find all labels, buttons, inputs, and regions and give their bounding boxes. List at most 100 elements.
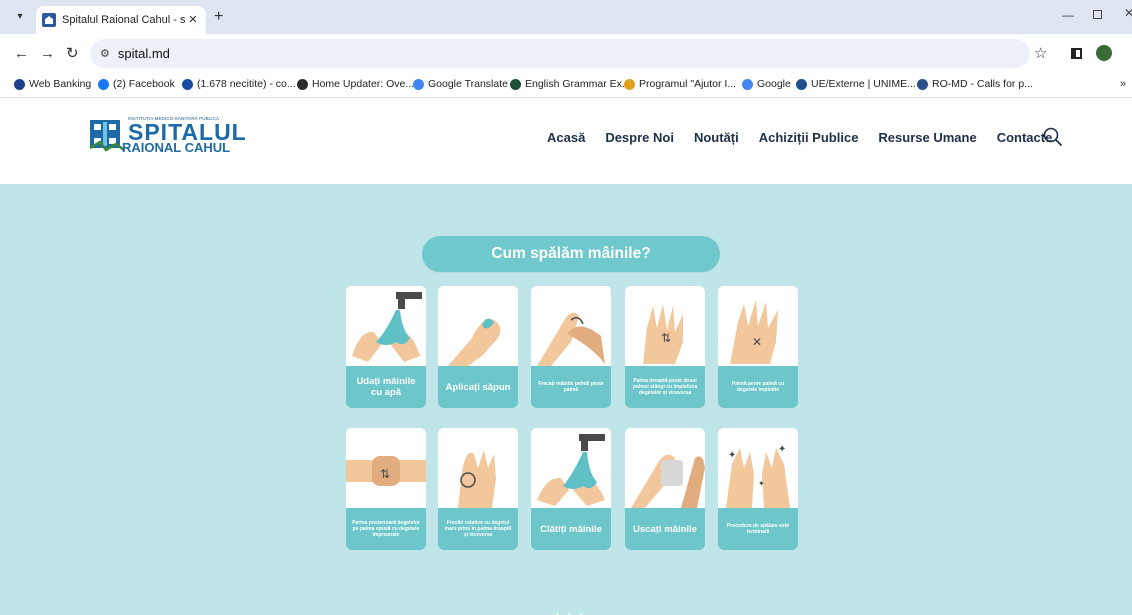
bookmark-ro-md-calls[interactable]: RO-MD - Calls for p... <box>917 78 1033 90</box>
bookmark-favicon-icon <box>624 78 635 90</box>
step-card-rinse-hands: Clătiți mâinile <box>531 428 611 550</box>
svg-text:✦: ✦ <box>728 450 736 461</box>
bookmark-ajutor[interactable]: Programul "Ajutor I... <box>624 78 736 90</box>
nav-item-resurse-umane[interactable]: Resurse Umane <box>878 130 976 145</box>
new-tab-button[interactable]: + <box>214 8 223 26</box>
step-label: Frecări rotative cu degetul mare prins î… <box>438 508 518 550</box>
close-tab-icon[interactable]: ✕ <box>186 13 200 27</box>
bookmark-star-icon[interactable]: ☆ <box>1034 44 1047 62</box>
main-navigation: Acasă Despre Noi Noutăți Achiziții Publi… <box>547 130 1052 145</box>
browser-tab[interactable]: Spitalul Raional Cahul - spital.m ✕ <box>36 6 206 34</box>
close-window-icon[interactable]: ✕ <box>1124 6 1132 20</box>
step-card-right-over-left: ⇅ Palma dreaptă peste dosul palmei stângi… <box>625 286 705 408</box>
step-card-apply-soap: Aplicați săpun <box>438 286 518 408</box>
minimize-window-icon[interactable]: — <box>1062 8 1074 22</box>
tab-title: Spitalul Raional Cahul - spital.m <box>62 14 186 26</box>
step-card-rotational-thumb: Frecări rotative cu degetul mare prins î… <box>438 428 518 550</box>
bookmark-label: RO-MD - Calls for p... <box>932 78 1033 90</box>
hands-illustration-icon <box>625 428 705 508</box>
site-info-icon[interactable]: ⚙ <box>100 47 110 60</box>
bookmark-label: Web Banking <box>29 78 92 90</box>
step-label: Partea posterioară degetelor pe palma op… <box>346 508 426 550</box>
reload-icon[interactable]: ↻ <box>66 44 79 64</box>
site-favicon-icon <box>42 13 56 27</box>
tab-search-chevron-icon[interactable]: ▾ <box>12 9 28 25</box>
side-panel-icon[interactable] <box>1071 48 1082 59</box>
back-arrow-icon[interactable]: ← <box>14 44 29 64</box>
bookmark-label: Google <box>757 78 791 90</box>
bookmark-favicon-icon <box>297 78 308 90</box>
address-bar[interactable]: ⚙ spital.md <box>90 39 1030 68</box>
step-card-palm-to-palm: Frecați mâinile palmă peste palmă <box>531 286 611 408</box>
main-content: Cum spălăm mâinile? Udați mâinile cu apă… <box>0 184 1132 615</box>
poster-title: Cum spălăm mâinile? <box>422 236 720 272</box>
bookmark-google-translate[interactable]: Google Translate <box>413 78 508 90</box>
bookmark-google[interactable]: Google <box>742 78 791 90</box>
step-label: Palma dreaptă peste dosul palmei stângi … <box>625 366 705 408</box>
hands-illustration-icon <box>531 428 611 508</box>
bookmark-favicon-icon <box>413 78 424 90</box>
bookmark-label: Programul "Ajutor I... <box>639 78 737 90</box>
bookmark-label: Google Translate <box>428 78 508 90</box>
step-card-interlaced-fingers: ✕ Palmă peste palmă cu degetele împletite <box>718 286 798 408</box>
bookmark-english-grammar[interactable]: English Grammar Ex... <box>510 78 631 90</box>
bookmark-favicon-icon <box>917 78 928 90</box>
bookmark-label: Home Updater: Ove... <box>312 78 415 90</box>
step-card-procedure-complete: ✦ ✦ ✦ Procedura de spălare este terminată <box>718 428 798 550</box>
step-card-dry-hands: Uscați mâinile <box>625 428 705 550</box>
nav-item-achizitii-publice[interactable]: Achiziții Publice <box>759 130 859 145</box>
logo-sub-text: RAIONAL CAHUL <box>122 140 231 155</box>
bookmark-label: (2) Facebook <box>113 78 175 90</box>
bookmark-favicon-icon <box>14 78 25 90</box>
hands-illustration-icon <box>531 286 611 366</box>
bookmark-favicon-icon <box>182 78 193 90</box>
svg-text:⇅: ⇅ <box>380 467 390 481</box>
svg-text:⇅: ⇅ <box>661 331 671 345</box>
svg-text:✦: ✦ <box>758 479 765 488</box>
site-logo[interactable]: INSTITUȚIA MEDICO-SANITARĂ PUBLICĂ SPITA… <box>88 116 246 158</box>
hands-illustration-icon: ✦ ✦ ✦ <box>718 428 798 508</box>
search-icon[interactable] <box>1042 126 1064 148</box>
bookmark-favicon-icon <box>98 78 109 90</box>
step-label: Aplicați săpun <box>438 366 518 408</box>
step-label: Clătiți mâinile <box>531 508 611 550</box>
more-bookmarks-icon[interactable]: » <box>1120 78 1126 90</box>
step-label: Palmă peste palmă cu degetele împletite <box>718 366 798 408</box>
bookmark-label: UE/Externe | UNIME... <box>811 78 916 90</box>
bookmark-favicon-icon <box>510 78 521 90</box>
hands-illustration-icon <box>438 428 518 508</box>
bookmark-web-banking[interactable]: Web Banking <box>14 78 91 90</box>
nav-item-noutati[interactable]: Noutăți <box>694 130 739 145</box>
hands-illustration-icon: ⇅ <box>625 286 705 366</box>
bookmark-favicon-icon <box>796 78 807 90</box>
step-card-backs-of-fingers: ⇅ Partea posterioară degetelor pe palma o… <box>346 428 426 550</box>
bookmark-label: English Grammar Ex... <box>525 78 631 90</box>
bookmark-mail[interactable]: (1.678 necitite) - co... <box>182 78 296 90</box>
bookmarks-bar: Web Banking (2) Facebook (1.678 necitite) … <box>0 74 1132 98</box>
nav-item-acasa[interactable]: Acasă <box>547 130 585 145</box>
step-label: Frecați mâinile palmă peste palmă <box>531 366 611 408</box>
site-header: INSTITUȚIA MEDICO-SANITARĂ PUBLICĂ SPITA… <box>0 98 1132 184</box>
bookmark-home-updater[interactable]: Home Updater: Ove... <box>297 78 414 90</box>
nav-item-despre-noi[interactable]: Despre Noi <box>605 130 674 145</box>
url-text: spital.md <box>117 46 170 61</box>
forward-arrow-icon[interactable]: → <box>40 44 55 64</box>
bookmark-ue-externe[interactable]: UE/Externe | UNIME... <box>796 78 916 90</box>
svg-text:✕: ✕ <box>752 335 762 349</box>
bookmark-favicon-icon <box>742 78 753 90</box>
carousel-dots[interactable]: • • • <box>556 610 585 615</box>
hands-illustration-icon <box>438 286 518 366</box>
step-label: Uscați mâinile <box>625 508 705 550</box>
step-label: Udați mâinile cu apă <box>346 366 426 408</box>
hands-illustration-icon: ⇅ <box>346 428 426 508</box>
bookmark-label: (1.678 necitite) - co... <box>197 78 296 90</box>
maximize-window-icon[interactable] <box>1093 10 1102 19</box>
browser-tab-strip: ▾ Spitalul Raional Cahul - spital.m ✕ + … <box>0 0 1132 34</box>
profile-avatar-icon[interactable] <box>1096 45 1112 61</box>
svg-text:✦: ✦ <box>778 444 786 455</box>
hands-illustration-icon: ✕ <box>718 286 798 366</box>
bookmark-facebook[interactable]: (2) Facebook <box>98 78 175 90</box>
hands-illustration-icon <box>346 286 426 366</box>
step-card-wet-hands: Udați mâinile cu apă <box>346 286 426 408</box>
browser-toolbar: ← → ↻ ⚙ spital.md ☆ <box>0 34 1132 74</box>
